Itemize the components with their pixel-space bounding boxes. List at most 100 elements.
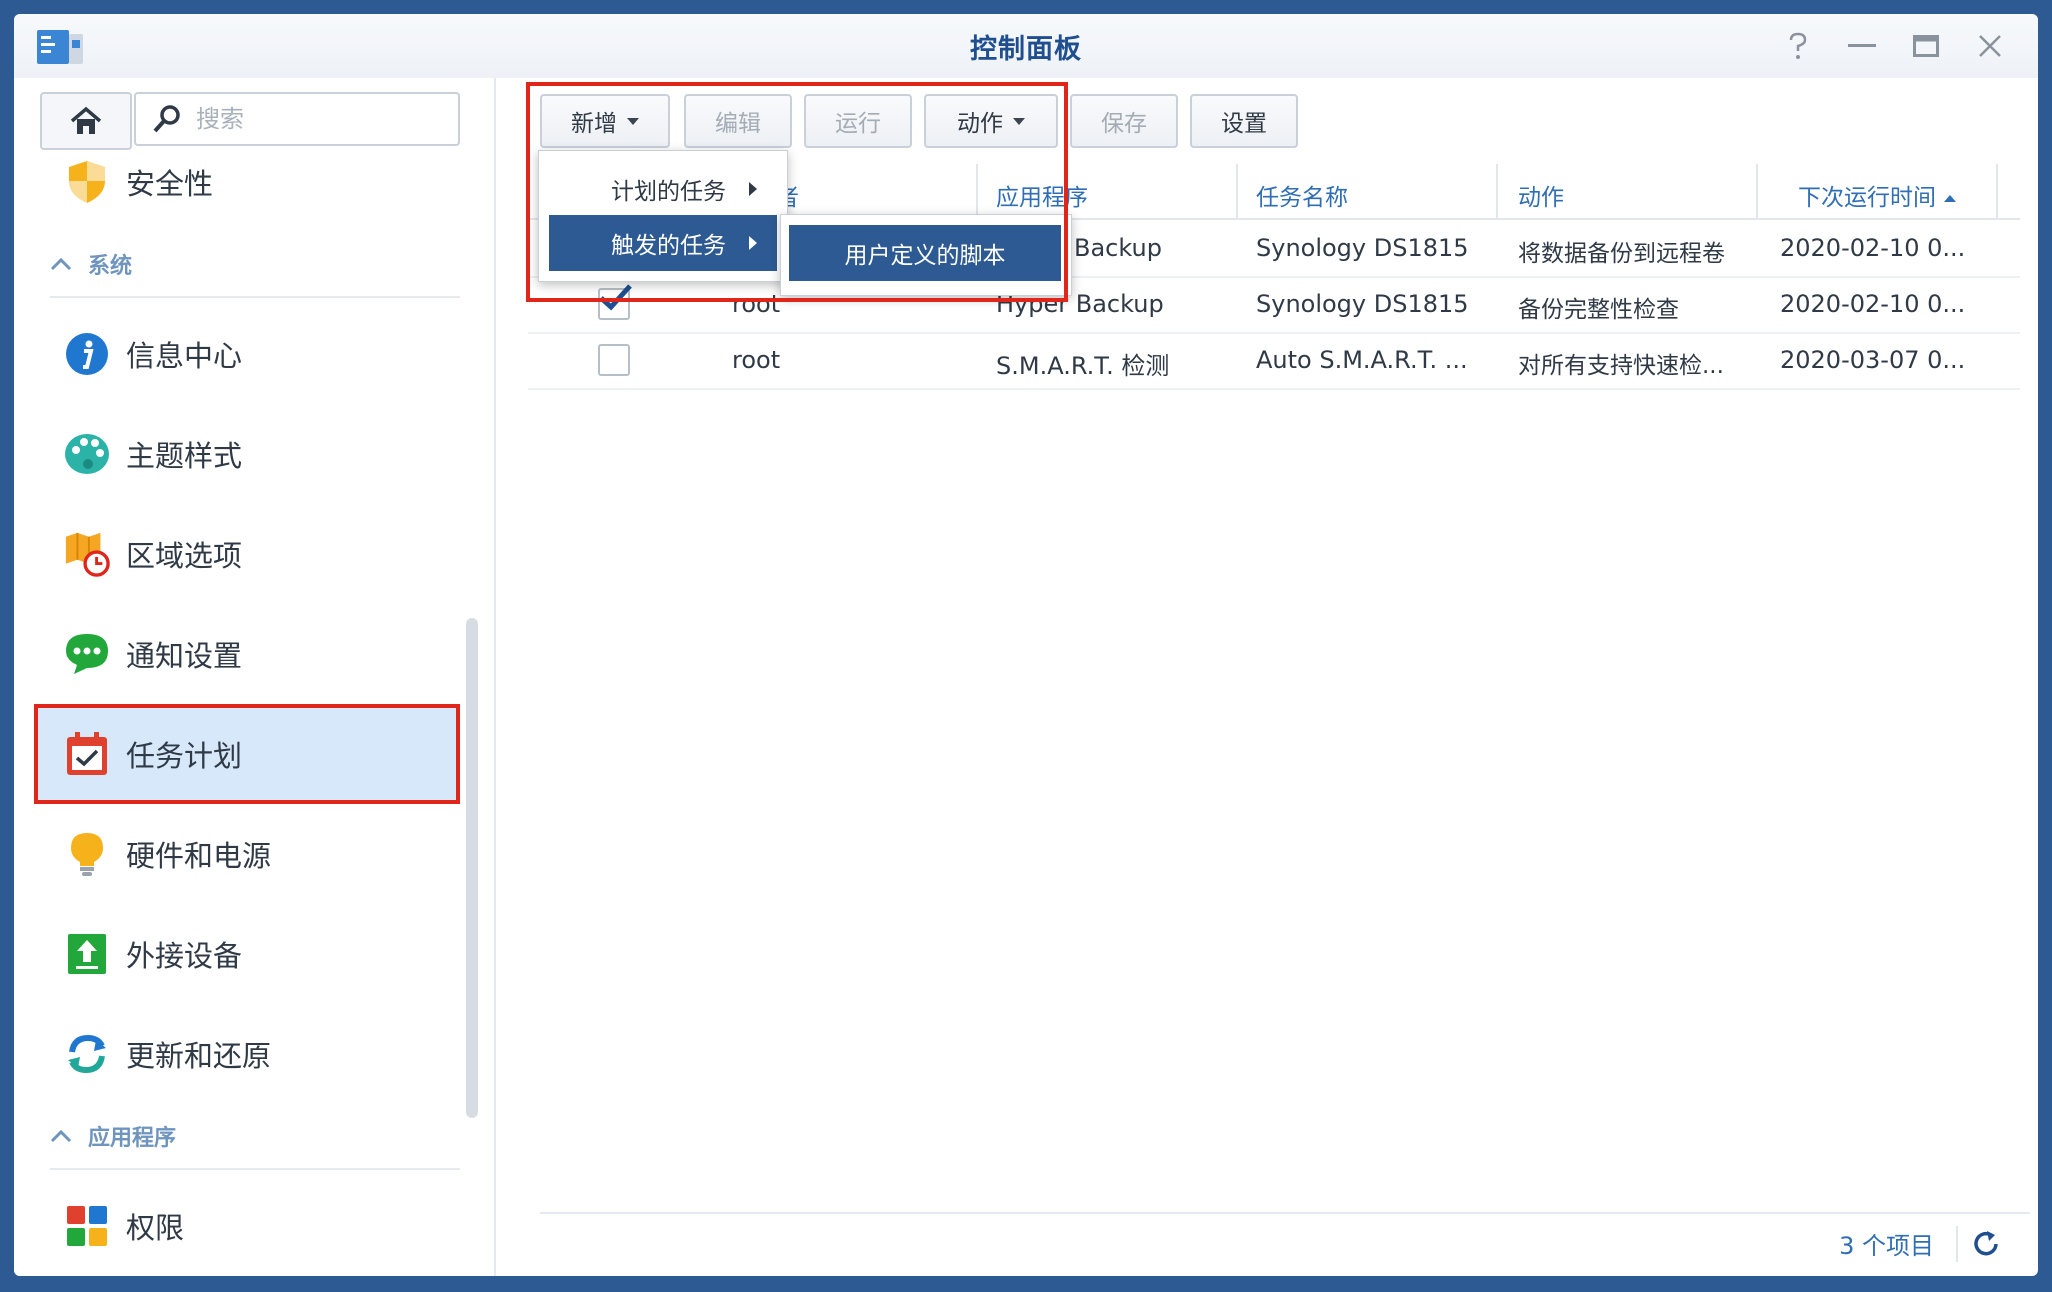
cell-action: 将数据备份到远程卷 (1518, 241, 1725, 267)
chevron-down-icon (1013, 117, 1025, 125)
region-icon (64, 531, 110, 577)
edit-button-label: 编辑 (715, 111, 761, 137)
sidebar-item-label: 信息中心 (126, 339, 243, 373)
cell-task-name: Synology DS1815 (1256, 234, 1469, 262)
section-system[interactable]: 系统 (50, 244, 460, 298)
help-icon[interactable] (1780, 28, 1816, 64)
bulb-icon (64, 831, 110, 877)
sidebar-item-label: 主题样式 (126, 439, 243, 473)
column-action[interactable]: 动作 (1518, 178, 1564, 212)
new-button[interactable]: 新增 (540, 94, 670, 148)
column-task-name[interactable]: 任务名称 (1256, 178, 1348, 212)
action-button-label: 动作 (957, 111, 1003, 137)
search-box[interactable] (134, 92, 460, 146)
control-panel-app-icon (37, 30, 83, 64)
run-button-label: 运行 (835, 111, 881, 137)
window-title: 控制面板 (970, 33, 1082, 65)
checkmark-icon (599, 284, 632, 311)
sidebar-item-region[interactable]: 区域选项 (36, 506, 458, 602)
menu-item-user-defined-script[interactable]: 用户定义的脚本 (789, 225, 1061, 281)
run-button[interactable]: 运行 (804, 94, 912, 148)
search-input[interactable] (194, 104, 438, 134)
cell-task-name: Synology DS1815 (1256, 290, 1469, 318)
sidebar-item-label: 任务计划 (126, 739, 243, 773)
menu-item-triggered-task[interactable]: 触发的任务 (549, 215, 777, 271)
sidebar-scrollbar[interactable] (466, 618, 478, 1118)
sidebar-item-notification[interactable]: 通知设置 (36, 606, 458, 702)
cell-next-run: 2020-03-07 0... (1780, 346, 1966, 374)
section-label: 应用程序 (88, 1126, 177, 1151)
title-bar[interactable]: 控制面板 (14, 14, 2038, 78)
settings-button-label: 设置 (1221, 111, 1267, 137)
info-icon (64, 331, 110, 377)
close-icon[interactable] (1972, 28, 2008, 64)
sidebar-item-info-center[interactable]: 信息中心 (36, 306, 458, 402)
sidebar-item-theme[interactable]: 主题样式 (36, 406, 458, 502)
column-divider (1756, 164, 1758, 218)
chat-icon (64, 631, 110, 677)
item-count: 3 个项目 (1839, 1232, 1934, 1260)
cell-action: 对所有支持快速检... (1518, 353, 1724, 379)
edit-button[interactable]: 编辑 (684, 94, 792, 148)
column-divider (1236, 164, 1238, 218)
column-next-run-label: 下次运行时间 (1798, 185, 1936, 211)
sidebar-item-hardware-power[interactable]: 硬件和电源 (36, 806, 458, 902)
home-button[interactable] (40, 92, 132, 150)
sort-ascending-icon (1944, 195, 1956, 202)
new-dropdown-menu: 计划的任务 触发的任务 (538, 150, 788, 282)
sidebar-item-label: 权限 (126, 1211, 185, 1245)
status-bar: 3 个项目 (540, 1212, 2030, 1274)
column-divider (976, 164, 978, 218)
chevron-right-icon (749, 182, 757, 196)
refresh-icon (64, 1031, 110, 1077)
sidebar-item-label: 区域选项 (126, 539, 243, 573)
upload-device-icon (64, 931, 110, 977)
row-checkbox[interactable] (598, 344, 630, 376)
minimize-icon[interactable] (1844, 28, 1880, 64)
permissions-icon (64, 1203, 110, 1249)
menu-item-label: 触发的任务 (611, 233, 726, 259)
save-button-label: 保存 (1101, 111, 1147, 137)
settings-button[interactable]: 设置 (1190, 94, 1298, 148)
cell-next-run: 2020-02-10 0... (1780, 290, 1966, 318)
search-icon (153, 105, 180, 133)
control-panel-window: 控制面板 安全性 (14, 14, 2038, 1276)
sidebar-item-permissions[interactable]: 权限 (36, 1178, 458, 1274)
cell-owner: root (732, 290, 781, 318)
footer-divider (1956, 1226, 1958, 1262)
row-checkbox-checked[interactable] (598, 284, 632, 320)
shield-icon (64, 159, 110, 205)
column-divider (1996, 164, 1998, 218)
calendar-check-icon (64, 731, 110, 777)
table-row[interactable]: root S.M.A.R.T. 检测 Auto S.M.A.R.T. ... 对… (528, 332, 2020, 390)
cell-application: Backup (1074, 234, 1162, 262)
section-label: 系统 (88, 254, 133, 279)
palette-icon (64, 431, 110, 477)
table-row[interactable]: root Hyper Backup Synology DS1815 备份完整性检… (528, 276, 2020, 334)
chevron-right-icon (749, 236, 757, 250)
new-button-label: 新增 (571, 111, 617, 137)
cell-task-name: Auto S.M.A.R.T. ... (1256, 346, 1468, 374)
column-next-run[interactable]: 下次运行时间 (1798, 178, 1956, 212)
save-button[interactable]: 保存 (1070, 94, 1178, 148)
reload-icon (1974, 1231, 1998, 1256)
sidebar-item-external-devices[interactable]: 外接设备 (36, 906, 458, 1002)
cell-application: S.M.A.R.T. 检测 (996, 352, 1170, 380)
cell-owner: root (732, 346, 781, 374)
sidebar-item-update-restore[interactable]: 更新和还原 (36, 1006, 458, 1102)
sidebar-item-label: 外接设备 (126, 939, 243, 973)
cell-action: 备份完整性检查 (1518, 297, 1679, 323)
column-application[interactable]: 应用程序 (996, 178, 1088, 212)
cell-next-run: 2020-02-10 0... (1780, 234, 1966, 262)
home-icon (70, 106, 102, 134)
sidebar-item-task-scheduler[interactable]: 任务计划 (34, 704, 460, 804)
column-divider (1496, 164, 1498, 218)
maximize-icon[interactable] (1908, 28, 1944, 64)
chevron-down-icon (627, 117, 639, 125)
refresh-button[interactable] (1968, 1226, 2004, 1262)
menu-item-scheduled-task[interactable]: 计划的任务 (549, 161, 777, 217)
section-applications[interactable]: 应用程序 (50, 1116, 460, 1170)
sidebar-item-security[interactable]: 安全性 (36, 146, 458, 218)
action-button[interactable]: 动作 (924, 94, 1058, 148)
toolbar: 新增 编辑 运行 动作 保存 设置 (528, 78, 2038, 154)
